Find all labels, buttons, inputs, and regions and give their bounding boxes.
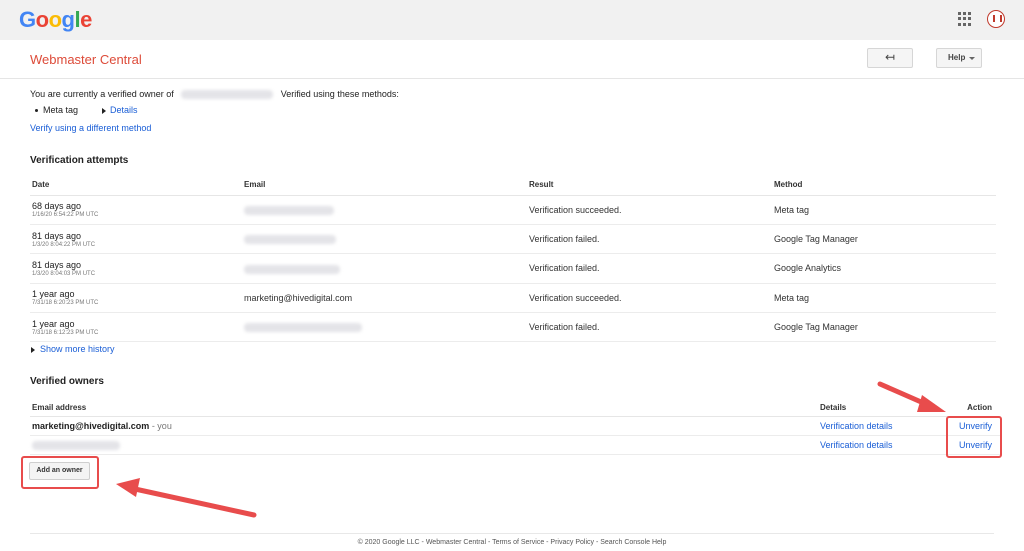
arrow-to-add-owner <box>116 478 257 518</box>
footer-divider <box>30 533 994 534</box>
arrow-to-unverify <box>877 381 946 412</box>
annotation-arrows <box>116 381 946 518</box>
footer-links: © 2020 Google LLC - Webmaster Central - … <box>357 539 667 546</box>
